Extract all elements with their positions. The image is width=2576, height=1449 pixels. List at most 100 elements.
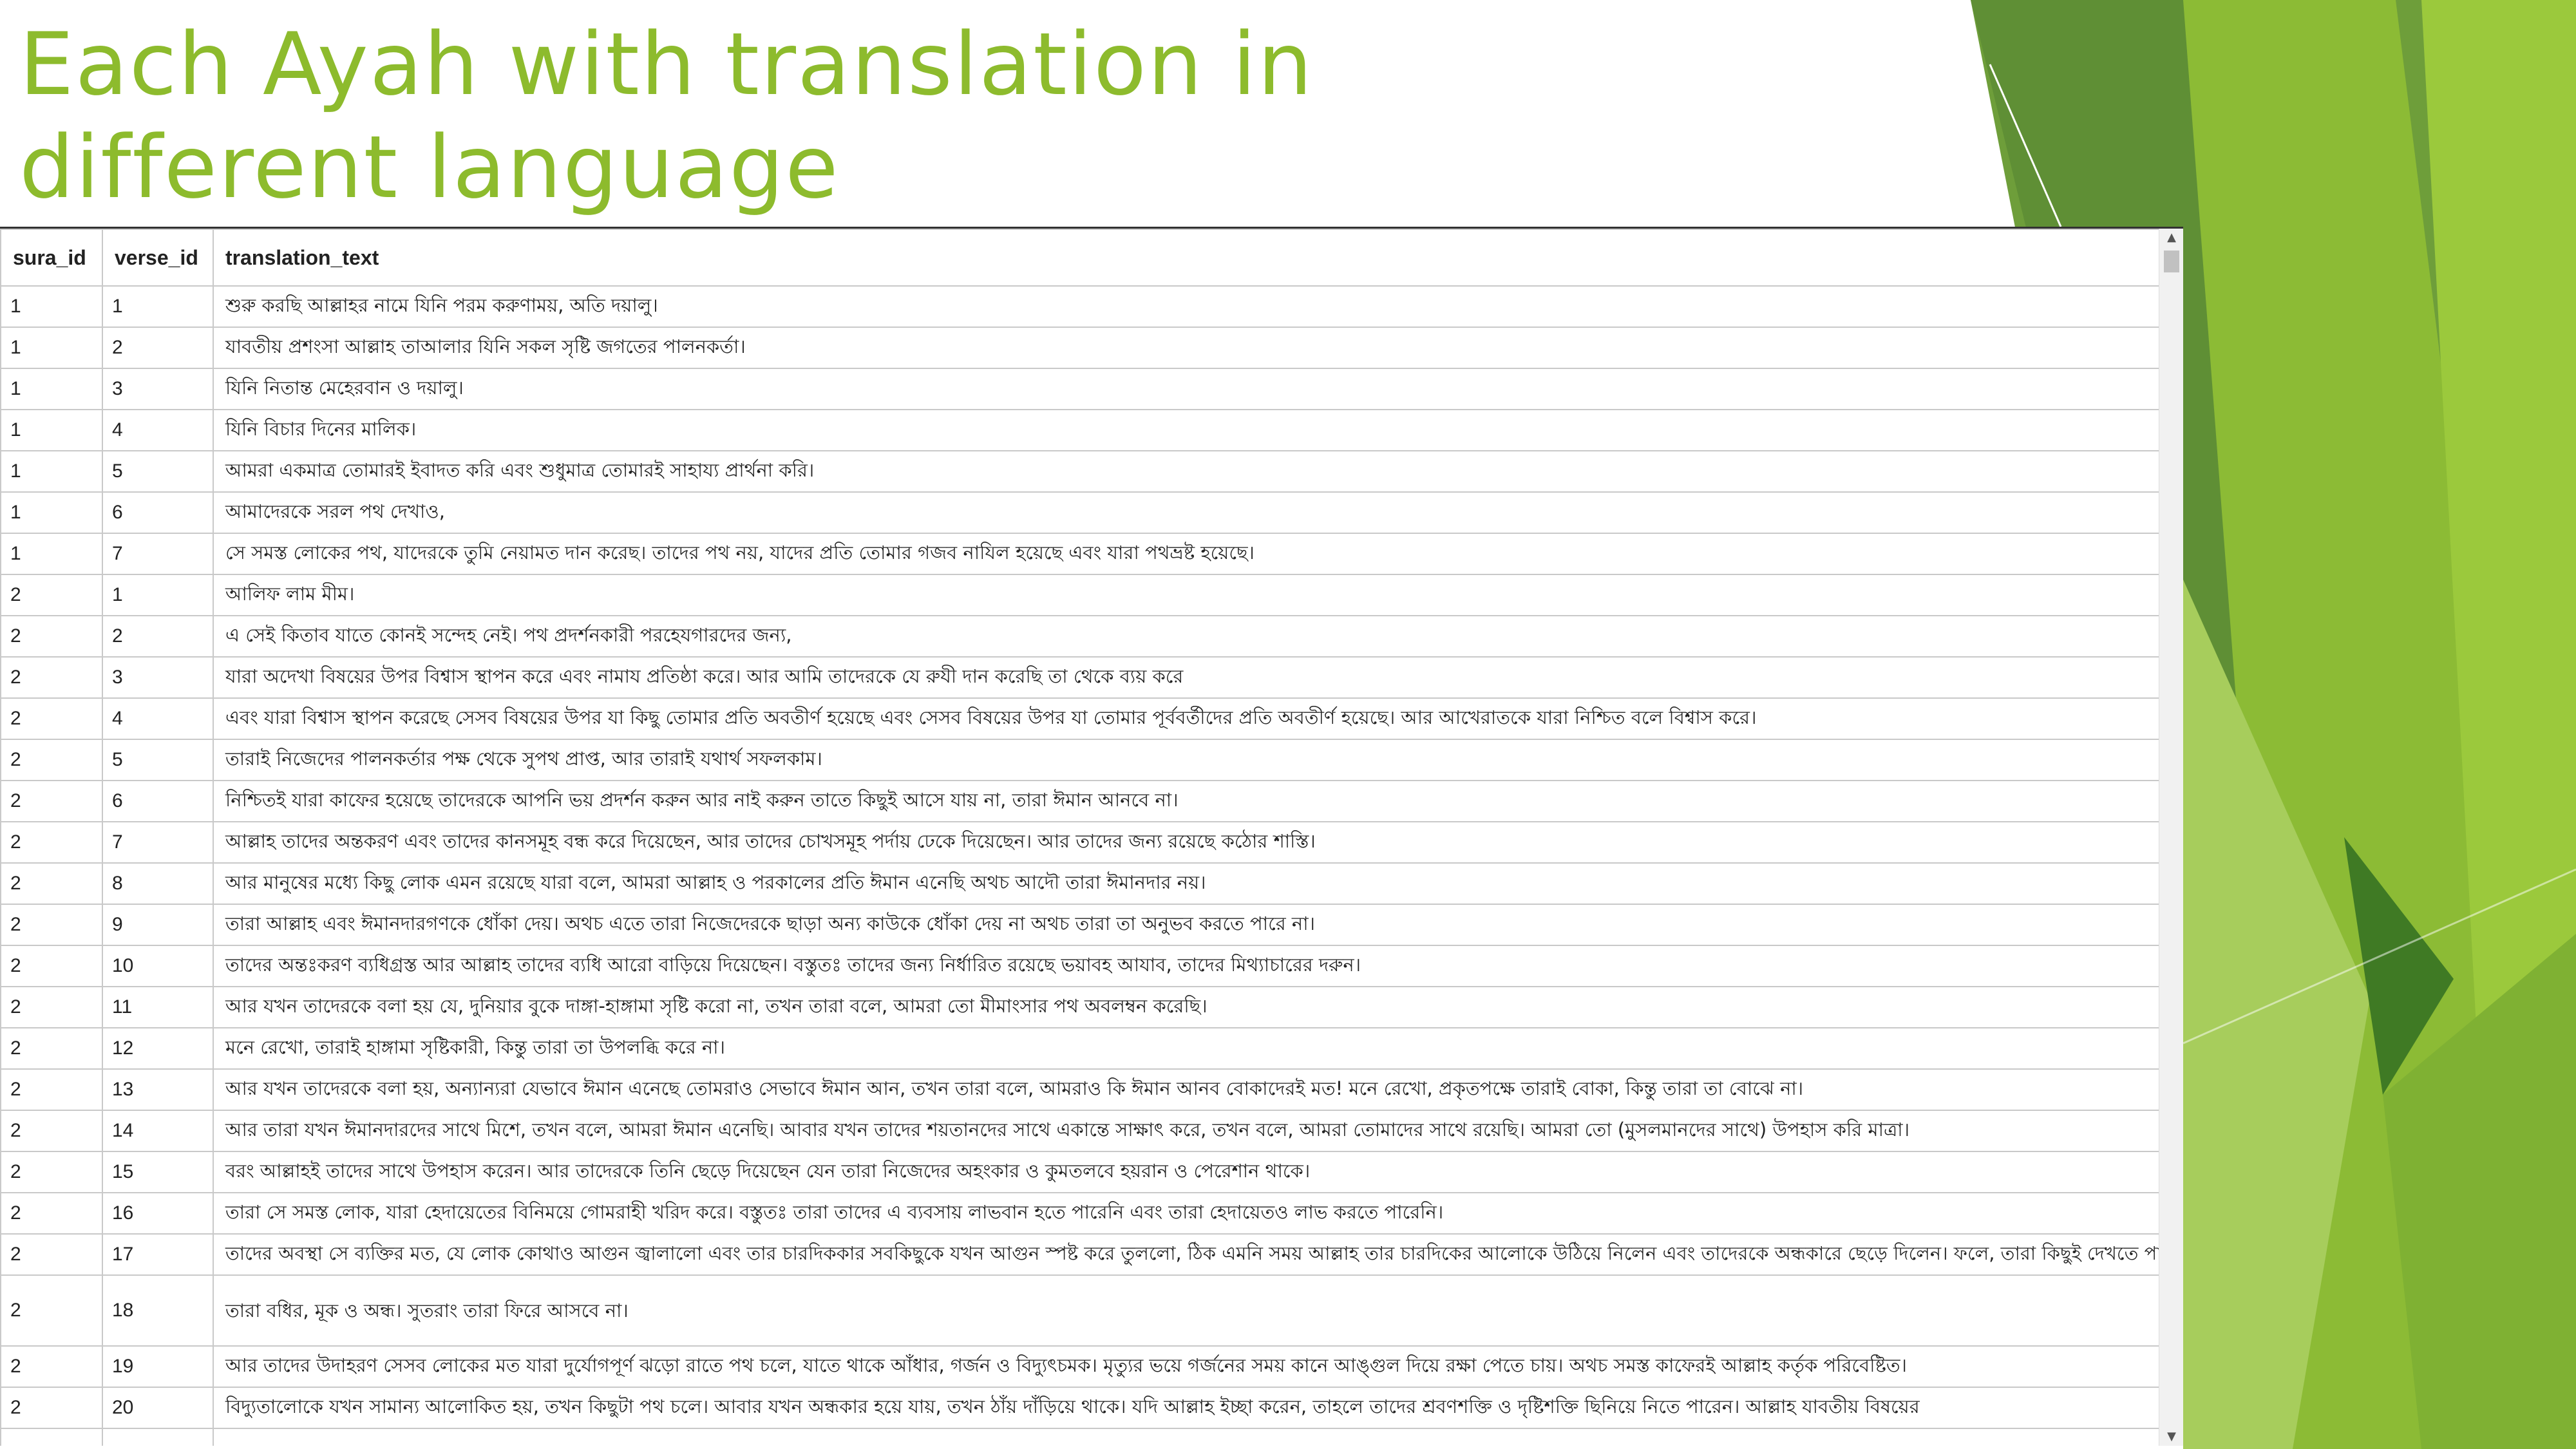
cell-sura-id: 1 [0,533,103,575]
column-header-verse-id[interactable]: verse_id [102,229,214,287]
cell-verse-id: 15 [102,1151,214,1193]
table-row[interactable]: 2 6 নিশ্চিতই যারা কাফের হয়েছে তাদেরকে আপন… [0,780,2160,822]
cell-sura-id: 1 [0,368,103,410]
cell-verse-id: 7 [102,533,214,575]
cell-sura-id [0,1428,103,1446]
cell-verse-id: 19 [102,1345,214,1388]
cell-translation-text: এ সেই কিতাব যাতে কোনই সন্দেহ নেই। পথ প্র… [213,615,2160,658]
cell-translation-text: যাবতীয় প্রশংসা আল্লাহ তাআলার যিনি সকল স… [213,327,2160,369]
cell-verse-id: 5 [102,450,214,493]
cell-sura-id: 2 [0,904,103,946]
cell-translation-text: বিদ্যুতালোকে যখন সামান্য আলোকিত হয়, তখন… [213,1387,2160,1429]
cell-verse-id: 2 [102,327,214,369]
cell-sura-id: 2 [0,1151,103,1193]
table-row[interactable]: 1 5 আমরা একমাত্র তোমারই ইবাদত করি এবং শুধু… [0,450,2160,493]
cell-sura-id: 2 [0,1233,103,1276]
cell-sura-id: 2 [0,1192,103,1235]
cell-verse-id: 2 [102,615,214,658]
cell-verse-id: 5 [102,739,214,781]
scroll-down-arrow-icon[interactable]: ▼ [2159,1428,2183,1446]
cell-verse-id: 12 [102,1027,214,1070]
cell-sura-id: 2 [0,1274,103,1347]
table-row[interactable]: 2 7 আল্লাহ তাদের অন্তকরণ এবং তাদের কানসমূহ… [0,821,2160,864]
cell-translation-text: বরং আল্লাহই তাদের সাথে উপহাস করেন। আর তা… [213,1151,2160,1193]
slide-title: Each Ayah with translation in different … [19,14,1314,218]
cell-translation-text: আমাদেরকে সরল পথ দেখাও, [213,491,2160,534]
table-row[interactable]: 2 4 এবং যারা বিশ্বাস স্থাপন করেছে সেসব বিষ… [0,697,2160,740]
cell-verse-id: 8 [102,862,214,905]
cell-translation-text: যারা অদেখা বিষয়ের উপর বিশ্বাস স্থাপন কর… [213,656,2160,699]
cell-sura-id: 2 [0,1345,103,1388]
cell-sura-id: 2 [0,656,103,699]
cell-translation-text: আর মানুষের মধ্যে কিছু লোক এমন রয়েছে যার… [213,862,2160,905]
column-header-sura-id[interactable]: sura_id [0,229,103,287]
table-row[interactable]: 2 12 মনে রেখো, তারাই হাঙ্গামা সৃষ্টিকারী, … [0,1027,2160,1070]
table-row[interactable]: 1 4 যিনি বিচার দিনের মালিক। [0,409,2160,451]
table-row[interactable]: 2 17 তাদের অবস্থা সে ব্যক্তির মত, যে লোক ক… [0,1233,2160,1276]
cell-sura-id: 2 [0,862,103,905]
cell-sura-id: 2 [0,615,103,658]
table-row[interactable]: 1 1 শুরু করছি আল্লাহর নামে যিনি পরম করুণাম… [0,285,2160,328]
table-row[interactable]: 2 8 আর মানুষের মধ্যে কিছু লোক এমন রয়েছে য… [0,862,2160,905]
cell-sura-id: 2 [0,1027,103,1070]
cell-verse-id: 17 [102,1233,214,1276]
cell-sura-id: 2 [0,945,103,987]
table-row[interactable]: 2 11 আর যখন তাদেরকে বলা হয় যে, দুনিয়ার ব… [0,986,2160,1028]
scroll-up-arrow-icon[interactable]: ▲ [2159,229,2183,247]
cell-translation-text: সে সমস্ত লোকের পথ, যাদেরকে তুমি নেয়ামত … [213,533,2160,575]
table-row[interactable]: 1 3 যিনি নিতান্ত মেহেরবান ও দয়ালু। [0,368,2160,410]
cell-translation-text: যিনি বিচার দিনের মালিক। [213,409,2160,451]
table-row[interactable]: 2 19 আর তাদের উদাহরণ সেসব লোকের মত যারা দু… [0,1345,2160,1388]
header-row: sura_id verse_id translation_text [0,229,2160,287]
table-row[interactable]: 2 3 যারা অদেখা বিষয়ের উপর বিশ্বাস স্থাপন … [0,656,2160,699]
cell-translation-text: মনে রেখো, তারাই হাঙ্গামা সৃষ্টিকারী, কিন… [213,1027,2160,1070]
cell-sura-id: 2 [0,821,103,864]
cell-verse-id: 3 [102,368,214,410]
cell-translation-text: আমরা একমাত্র তোমারই ইবাদত করি এবং শুধুমা… [213,450,2160,493]
cell-sura-id: 2 [0,697,103,740]
table-row[interactable]: 2 18 তারা বধির, মূক ও অন্ধ। সুতরাং তারা ফি… [0,1274,2160,1347]
cell-verse-id: 4 [102,409,214,451]
cell-sura-id: 2 [0,986,103,1028]
cell-translation-text: নিশ্চিতই যারা কাফের হয়েছে তাদেরকে আপনি … [213,780,2160,822]
cell-verse-id: 1 [102,574,214,616]
cell-translation-text: তাদের অন্তঃকরণ ব্যধিগ্রস্ত আর আল্লাহ তাদ… [213,945,2160,987]
cell-translation-text [213,1428,2160,1446]
table-row[interactable]: 2 20 বিদ্যুতালোকে যখন সামান্য আলোকিত হয়, … [0,1387,2160,1429]
table-row[interactable]: 2 9 তারা আল্লাহ এবং ঈমানদারগণকে ধোঁকা দেয়… [0,904,2160,946]
table-row[interactable]: 2 10 তাদের অন্তঃকরণ ব্যধিগ্রস্ত আর আল্লাহ … [0,945,2160,987]
scrollbar-thumb[interactable] [2164,251,2179,272]
table-row[interactable]: 2 13 আর যখন তাদেরকে বলা হয়, অন্যান্যরা যে… [0,1068,2160,1111]
result-grid[interactable]: sura_id verse_id translation_text 1 1 শুরু… [0,227,2183,1446]
cell-translation-text: তারাই নিজেদের পালনকর্তার পক্ষ থেকে সুপথ … [213,739,2160,781]
cell-translation-text: এবং যারা বিশ্বাস স্থাপন করেছে সেসব বিষয়… [213,697,2160,740]
table-row[interactable]: 1 7 সে সমস্ত লোকের পথ, যাদেরকে তুমি নেয়াম… [0,533,2160,575]
cell-verse-id [102,1428,214,1446]
cell-sura-id: 2 [0,780,103,822]
cell-translation-text: তারা আল্লাহ এবং ঈমানদারগণকে ধোঁকা দেয়। … [213,904,2160,946]
cell-translation-text: তাদের অবস্থা সে ব্যক্তির মত, যে লোক কোথা… [213,1233,2160,1276]
vertical-scrollbar[interactable]: ▲ ▼ [2159,229,2183,1446]
cell-translation-text: আল্লাহ তাদের অন্তকরণ এবং তাদের কানসমূহ ব… [213,821,2160,864]
table-row[interactable]: 1 2 যাবতীয় প্রশংসা আল্লাহ তাআলার যিনি সকল… [0,327,2160,369]
table-row[interactable]: 2 5 তারাই নিজেদের পালনকর্তার পক্ষ থেকে সুপ… [0,739,2160,781]
cell-verse-id: 11 [102,986,214,1028]
cell-sura-id: 2 [0,1110,103,1152]
table-row[interactable]: 1 6 আমাদেরকে সরল পথ দেখাও, [0,491,2160,534]
cell-translation-text: আর যখন তাদেরকে বলা হয় যে, দুনিয়ার বুকে… [213,986,2160,1028]
cell-verse-id: 9 [102,904,214,946]
table-row[interactable]: 2 15 বরং আল্লাহই তাদের সাথে উপহাস করেন। আর… [0,1151,2160,1193]
cell-sura-id: 1 [0,409,103,451]
table-row[interactable] [0,1428,2160,1446]
table-row[interactable]: 2 16 তারা সে সমস্ত লোক, যারা হেদায়েতের বি… [0,1192,2160,1235]
cell-verse-id: 6 [102,780,214,822]
table-row[interactable]: 2 14 আর তারা যখন ঈমানদারদের সাথে মিশে, তখন… [0,1110,2160,1152]
cell-translation-text: আর তাদের উদাহরণ সেসব লোকের মত যারা দুর্য… [213,1345,2160,1388]
table-row[interactable]: 22এ সেই কিতাব যাতে কোনই সন্দেহ নেই। পথ প… [0,615,2160,658]
cell-sura-id: 2 [0,1387,103,1429]
cell-translation-text: যিনি নিতান্ত মেহেরবান ও দয়ালু। [213,368,2160,410]
column-header-translation-text[interactable]: translation_text [213,229,2160,287]
table-row[interactable]: 2 1 আলিফ লাম মীম। [0,574,2160,616]
cell-translation-text: শুরু করছি আল্লাহর নামে যিনি পরম করুণাময়… [213,285,2160,328]
cell-sura-id: 1 [0,450,103,493]
